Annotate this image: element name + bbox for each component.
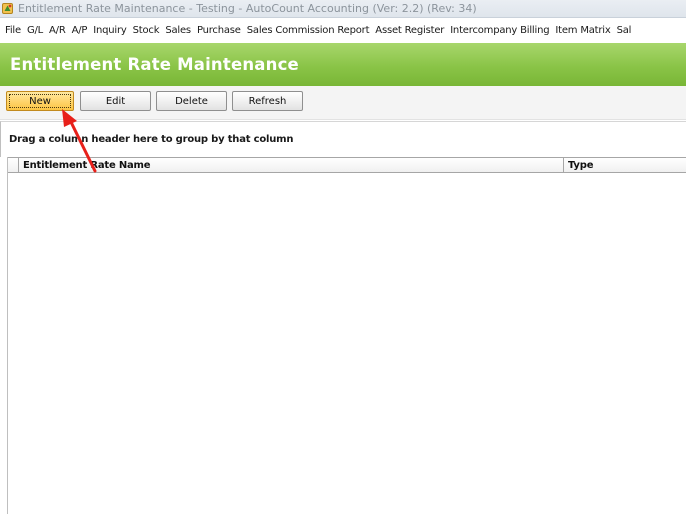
page-title: Entitlement Rate Maintenance: [10, 55, 299, 74]
menu-purchase[interactable]: Purchase: [194, 25, 244, 36]
refresh-button[interactable]: Refresh: [232, 91, 303, 111]
menu-item-matrix[interactable]: Item Matrix: [552, 25, 613, 36]
menu-sal-truncated[interactable]: Sal: [614, 25, 635, 36]
window-title: Entitlement Rate Maintenance - Testing -…: [18, 2, 477, 15]
menu-bar: File G/L A/R A/P Inquiry Stock Sales Pur…: [0, 18, 686, 43]
grid-column-header: Entitlement Rate Name Type: [7, 157, 686, 173]
page-header: Entitlement Rate Maintenance: [0, 43, 686, 86]
group-by-hint: Drag a column header here to group by th…: [9, 134, 294, 145]
autocount-app-icon: [2, 3, 13, 14]
menu-ar[interactable]: A/R: [46, 25, 69, 36]
toolbar: New Edit Delete Refresh: [0, 86, 686, 120]
grid-body[interactable]: [7, 173, 686, 514]
menu-sales[interactable]: Sales: [162, 25, 194, 36]
menu-sales-commission-report[interactable]: Sales Commission Report: [244, 25, 373, 36]
grid-left-border: [7, 157, 8, 514]
menu-intercompany-billing[interactable]: Intercompany Billing: [447, 25, 552, 36]
app-window: Entitlement Rate Maintenance - Testing -…: [0, 0, 686, 514]
menu-file[interactable]: File: [0, 25, 24, 36]
new-button[interactable]: New: [6, 91, 74, 111]
row-indicator-header: [7, 158, 19, 172]
edit-button[interactable]: Edit: [80, 91, 151, 111]
menu-stock[interactable]: Stock: [130, 25, 163, 36]
menu-gl[interactable]: G/L: [24, 25, 46, 36]
menu-ap[interactable]: A/P: [69, 25, 91, 36]
menu-inquiry[interactable]: Inquiry: [90, 25, 129, 36]
column-header-entitlement-rate-name[interactable]: Entitlement Rate Name: [19, 158, 564, 172]
delete-button[interactable]: Delete: [156, 91, 227, 111]
menu-asset-register[interactable]: Asset Register: [372, 25, 447, 36]
group-by-panel[interactable]: Drag a column header here to group by th…: [0, 121, 686, 157]
title-bar: Entitlement Rate Maintenance - Testing -…: [0, 0, 686, 18]
column-header-type[interactable]: Type: [564, 158, 686, 172]
